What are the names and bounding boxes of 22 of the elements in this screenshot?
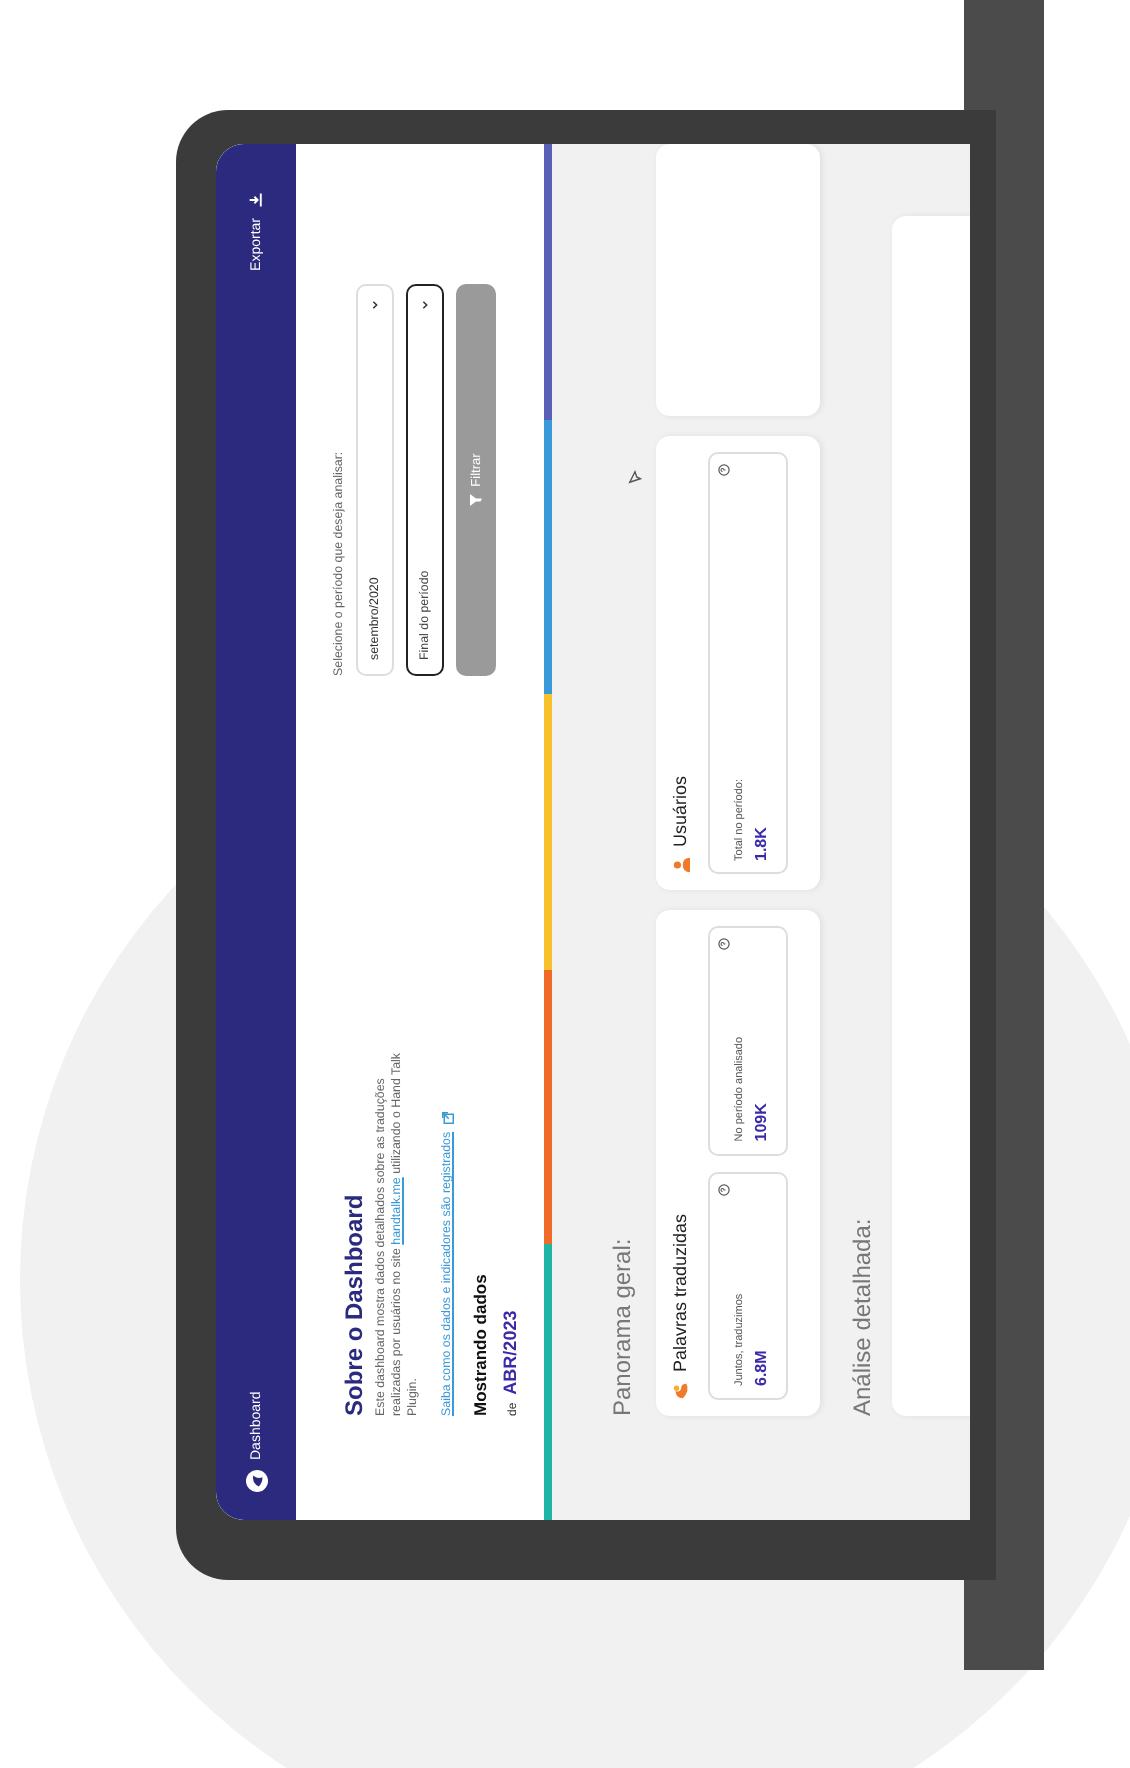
metric-value: 1.8K (752, 825, 770, 861)
hands-icon (671, 1382, 689, 1400)
overview-title: Panorama geral: (608, 1238, 636, 1416)
download-icon (248, 192, 264, 208)
filter-icon (470, 494, 482, 507)
card-title: Palavras traduzidas (670, 1213, 690, 1372)
user-icon (671, 856, 689, 875)
details-title: Análise detalhada: (848, 1218, 876, 1416)
period-value: ABR/2023 (500, 1310, 521, 1395)
about-title: Sobre o Dashboard (340, 1192, 368, 1416)
help-icon[interactable] (718, 464, 730, 477)
metric-value: 6.8M (752, 1348, 770, 1386)
chevron-icon (420, 300, 430, 310)
help-icon[interactable] (718, 1183, 730, 1196)
metric-value: 109K (752, 1101, 770, 1142)
chevron-icon (370, 300, 380, 310)
card-title: Usuários (670, 775, 690, 847)
external-link-icon (441, 1111, 454, 1124)
cursor-icon (628, 470, 642, 484)
logo-icon (245, 1470, 267, 1492)
help-icon[interactable] (718, 938, 730, 951)
showing-label: Mostrando dados (470, 1272, 491, 1416)
